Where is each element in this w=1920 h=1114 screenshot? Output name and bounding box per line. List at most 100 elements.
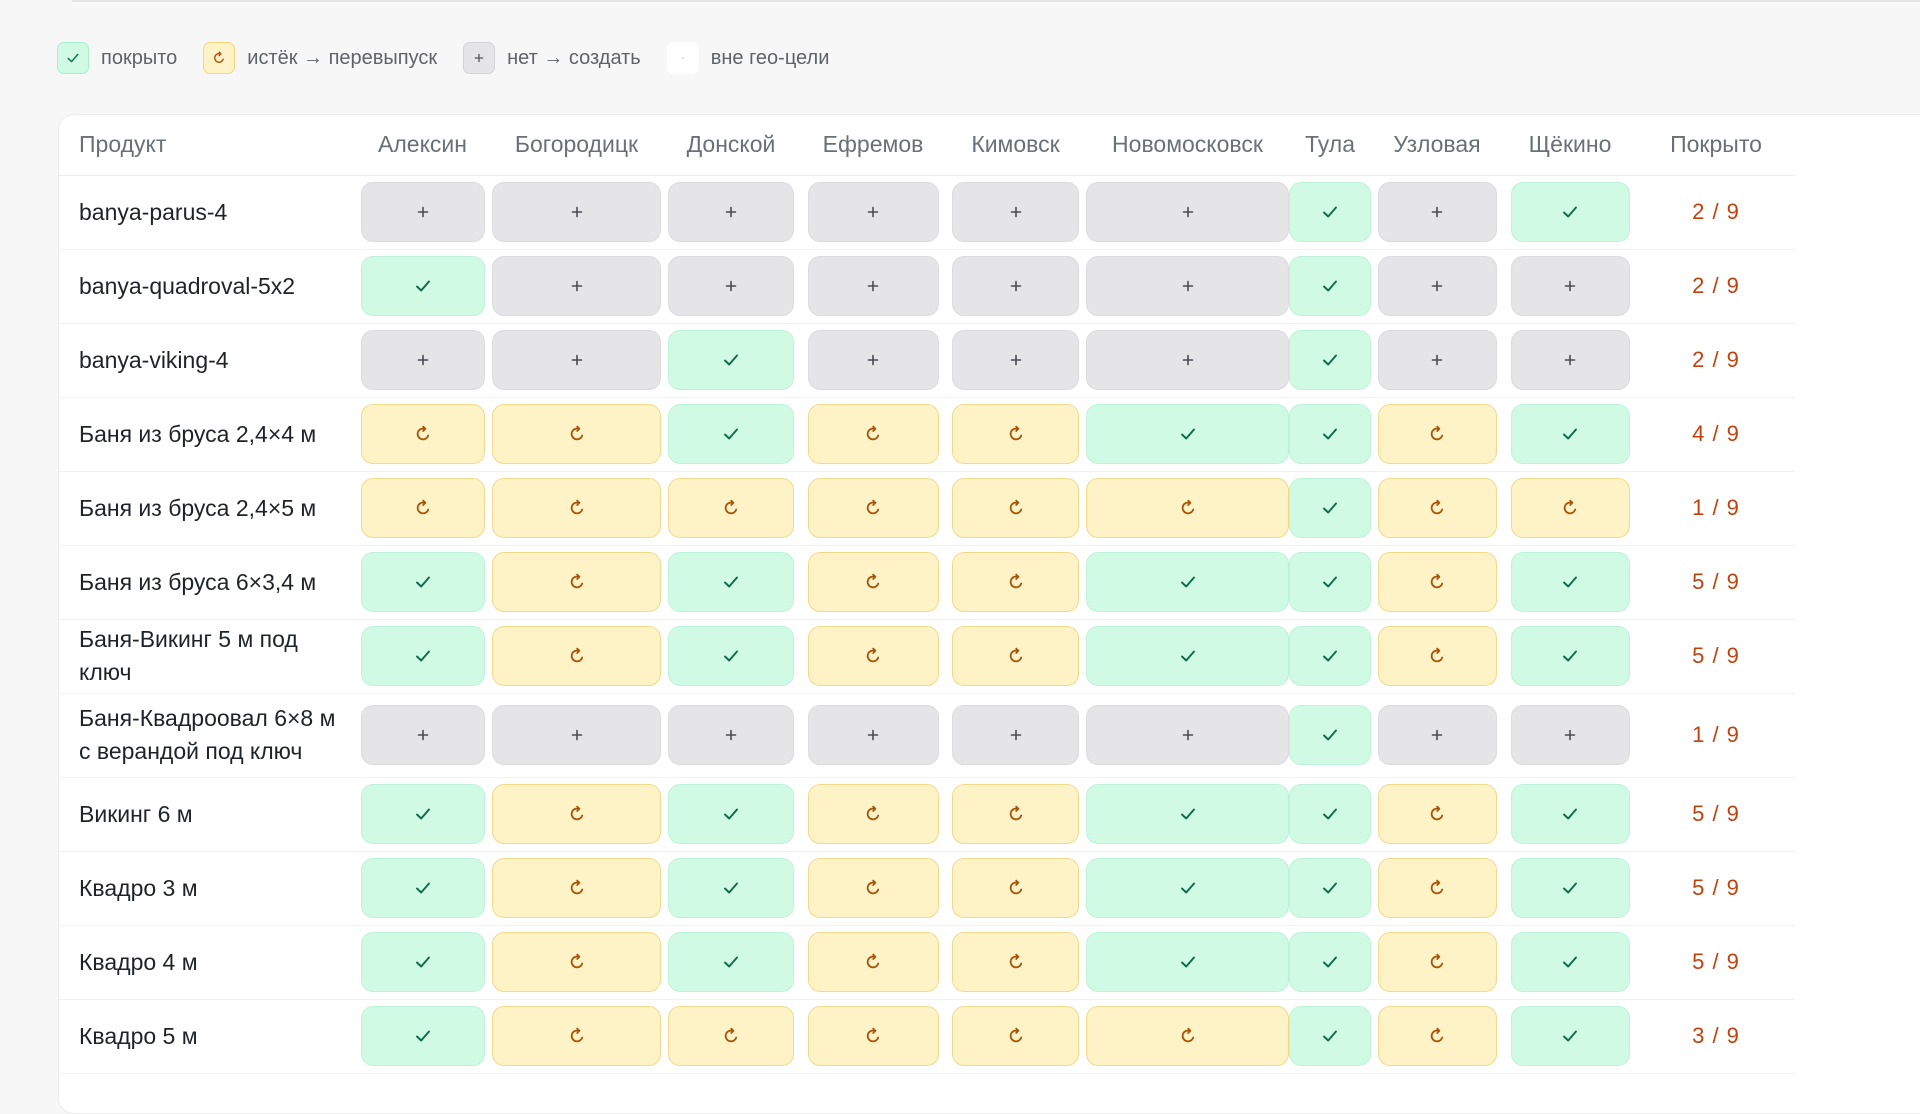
cell-status-ok-button[interactable]: [1289, 256, 1371, 316]
cell-status-ok-button[interactable]: [1086, 784, 1289, 844]
column-header-city[interactable]: Новомосковск: [1086, 115, 1289, 176]
cell-status-ok-button[interactable]: [360, 858, 485, 918]
cell-status-expired-button[interactable]: [952, 1006, 1079, 1066]
cell-status-ok-button[interactable]: [360, 1006, 485, 1066]
cell-status-expired-button[interactable]: [952, 784, 1079, 844]
cell-status-ok-button[interactable]: [1510, 404, 1630, 464]
cell-status-ok-button[interactable]: [668, 330, 794, 390]
cell-status-expired-button[interactable]: [807, 552, 939, 612]
cell-status-ok-button[interactable]: [360, 626, 485, 686]
cell-status-expired-button[interactable]: [668, 1006, 794, 1066]
cell-status-ok-button[interactable]: [1289, 182, 1371, 242]
cell-status-ok-button[interactable]: [1086, 858, 1289, 918]
cell-status-none-button[interactable]: [360, 182, 485, 242]
cell-status-expired-button[interactable]: [1377, 784, 1497, 844]
cell-status-none-button[interactable]: [1510, 256, 1630, 316]
cell-status-expired-button[interactable]: [952, 478, 1079, 538]
cell-status-ok-button[interactable]: [1289, 626, 1371, 686]
cell-status-expired-button[interactable]: [360, 404, 485, 464]
cell-status-none-button[interactable]: [1086, 256, 1289, 316]
cell-status-ok-button[interactable]: [1510, 182, 1630, 242]
cell-status-none-button[interactable]: [492, 705, 661, 765]
cell-status-ok-button[interactable]: [1510, 552, 1630, 612]
cell-status-none-button[interactable]: [1510, 330, 1630, 390]
cell-status-expired-button[interactable]: [807, 784, 939, 844]
cell-status-expired-button[interactable]: [492, 784, 661, 844]
cell-status-none-button[interactable]: [360, 705, 485, 765]
cell-status-none-button[interactable]: [492, 182, 661, 242]
cell-status-ok-button[interactable]: [668, 626, 794, 686]
cell-status-expired-button[interactable]: [1510, 478, 1630, 538]
cell-status-none-button[interactable]: [492, 256, 661, 316]
cell-status-ok-button[interactable]: [1086, 626, 1289, 686]
cell-status-expired-button[interactable]: [1086, 478, 1289, 538]
cell-status-ok-button[interactable]: [1510, 784, 1630, 844]
cell-status-expired-button[interactable]: [807, 404, 939, 464]
cell-status-expired-button[interactable]: [1377, 404, 1497, 464]
cell-status-ok-button[interactable]: [1289, 478, 1371, 538]
cell-status-ok-button[interactable]: [1086, 932, 1289, 992]
cell-status-expired-button[interactable]: [952, 932, 1079, 992]
cell-status-ok-button[interactable]: [360, 256, 485, 316]
cell-status-expired-button[interactable]: [1377, 858, 1497, 918]
cell-status-none-button[interactable]: [807, 182, 939, 242]
cell-status-expired-button[interactable]: [492, 626, 661, 686]
cell-status-ok-button[interactable]: [1289, 1006, 1371, 1066]
cell-status-none-button[interactable]: [807, 330, 939, 390]
column-header-city[interactable]: Кимовск: [945, 115, 1086, 176]
cell-status-expired-button[interactable]: [492, 478, 661, 538]
cell-status-none-button[interactable]: [952, 705, 1079, 765]
cell-status-expired-button[interactable]: [1377, 552, 1497, 612]
cell-status-ok-button[interactable]: [668, 552, 794, 612]
cell-status-ok-button[interactable]: [668, 858, 794, 918]
cell-status-none-button[interactable]: [1086, 330, 1289, 390]
cell-status-ok-button[interactable]: [1289, 932, 1371, 992]
cell-status-ok-button[interactable]: [668, 784, 794, 844]
cell-status-ok-button[interactable]: [360, 932, 485, 992]
cell-status-expired-button[interactable]: [668, 478, 794, 538]
cell-status-expired-button[interactable]: [807, 626, 939, 686]
column-header-city[interactable]: Щёкино: [1503, 115, 1637, 176]
cell-status-expired-button[interactable]: [807, 1006, 939, 1066]
cell-status-none-button[interactable]: [807, 705, 939, 765]
cell-status-expired-button[interactable]: [492, 404, 661, 464]
cell-status-ok-button[interactable]: [1510, 858, 1630, 918]
column-header-city[interactable]: Тула: [1289, 115, 1371, 176]
cell-status-expired-button[interactable]: [492, 932, 661, 992]
cell-status-expired-button[interactable]: [1086, 1006, 1289, 1066]
cell-status-ok-button[interactable]: [1289, 404, 1371, 464]
column-header-city[interactable]: Ефремов: [801, 115, 945, 176]
cell-status-none-button[interactable]: [1086, 182, 1289, 242]
cell-status-none-button[interactable]: [1377, 256, 1497, 316]
cell-status-none-button[interactable]: [668, 705, 794, 765]
cell-status-expired-button[interactable]: [492, 858, 661, 918]
cell-status-none-button[interactable]: [360, 330, 485, 390]
cell-status-expired-button[interactable]: [952, 626, 1079, 686]
cell-status-expired-button[interactable]: [1377, 1006, 1497, 1066]
cell-status-ok-button[interactable]: [1289, 552, 1371, 612]
cell-status-expired-button[interactable]: [807, 932, 939, 992]
cell-status-none-button[interactable]: [1377, 182, 1497, 242]
cell-status-none-button[interactable]: [1377, 705, 1497, 765]
cell-status-ok-button[interactable]: [668, 404, 794, 464]
cell-status-expired-button[interactable]: [1377, 478, 1497, 538]
cell-status-none-button[interactable]: [952, 330, 1079, 390]
column-header-city[interactable]: Богородицк: [492, 115, 661, 176]
cell-status-ok-button[interactable]: [360, 784, 485, 844]
cell-status-expired-button[interactable]: [1377, 626, 1497, 686]
cell-status-expired-button[interactable]: [807, 858, 939, 918]
cell-status-none-button[interactable]: [1377, 330, 1497, 390]
cell-status-expired-button[interactable]: [807, 478, 939, 538]
cell-status-ok-button[interactable]: [668, 932, 794, 992]
cell-status-none-button[interactable]: [807, 256, 939, 316]
cell-status-expired-button[interactable]: [360, 478, 485, 538]
cell-status-ok-button[interactable]: [1510, 932, 1630, 992]
cell-status-ok-button[interactable]: [1510, 626, 1630, 686]
cell-status-none-button[interactable]: [492, 330, 661, 390]
column-header-city[interactable]: Донской: [661, 115, 801, 176]
cell-status-none-button[interactable]: [668, 256, 794, 316]
cell-status-expired-button[interactable]: [952, 858, 1079, 918]
cell-status-none-button[interactable]: [952, 182, 1079, 242]
cell-status-ok-button[interactable]: [1289, 330, 1371, 390]
cell-status-expired-button[interactable]: [492, 552, 661, 612]
